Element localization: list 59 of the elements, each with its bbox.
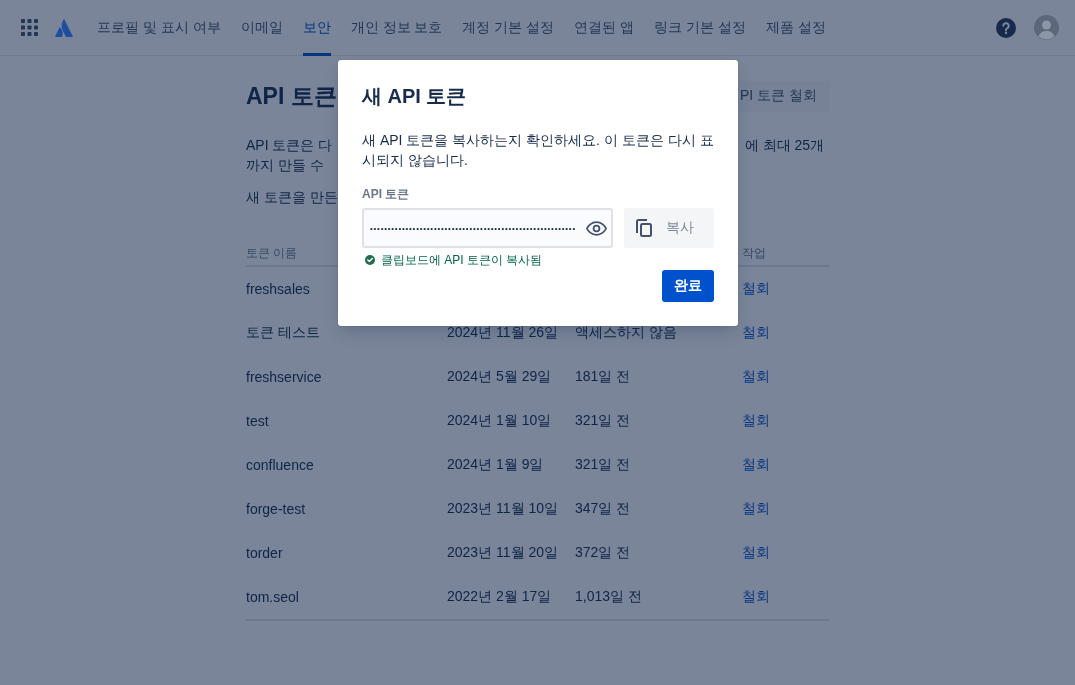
nav-tab[interactable]: 보안 [302, 0, 331, 56]
token-input[interactable]: •••••••••••••••••••••••••••••••••••••••••••••••••••••••••• [370, 223, 580, 233]
nav-tab[interactable]: 프로필 및 표시 여부 [97, 0, 221, 56]
copy-button[interactable]: 복사 [624, 208, 714, 248]
time-ago-cell: 321일 전 [575, 412, 631, 430]
time-ago-cell: 181일 전 [575, 368, 631, 386]
token-name-cell: freshservice [246, 369, 322, 385]
time-ago-cell: 1,013일 전 [575, 588, 642, 606]
date-cell: 2024년 1월 10일 [447, 412, 552, 430]
description-text: API 토큰은 다 [246, 136, 333, 155]
nav-tab[interactable]: 계정 기본 설정 [462, 0, 555, 56]
column-header: 작업 [742, 244, 766, 262]
dialog-title: 새 API 토큰 [362, 84, 468, 108]
nav-tab[interactable]: 링크 기본 설정 [654, 0, 746, 56]
field-label: API 토큰 [362, 187, 410, 201]
eye-icon[interactable] [586, 220, 607, 236]
app-grid-icon[interactable] [21, 19, 38, 36]
logo-icon[interactable] [55, 18, 73, 37]
date-cell: 2024년 1월 9일 [447, 456, 544, 474]
time-ago-cell: 액세스하지 않음 [575, 324, 677, 342]
description-text: 까지 만들 수 [246, 156, 324, 175]
revoke-link[interactable]: 철회 [742, 412, 770, 430]
revoke-link[interactable]: 철회 [742, 544, 770, 562]
token-name-cell: forge-test [246, 501, 306, 517]
copy-icon [636, 219, 652, 237]
date-cell: 2024년 11월 26일 [447, 324, 559, 342]
token-name-cell: tom.seol [246, 589, 299, 605]
token-name-cell: 토큰 테스트 [246, 324, 320, 342]
nav-tab[interactable]: 제품 설정 [765, 0, 826, 56]
revoke-link[interactable]: 철회 [742, 280, 770, 298]
check-circle-icon [365, 255, 375, 265]
nav-tab[interactable]: 연결된 앱 [574, 0, 635, 56]
date-cell: 2024년 5월 29일 [447, 368, 552, 386]
token-name-cell: torder [246, 545, 283, 561]
dialog-message: 새 API 토큰을 복사하는지 확인하세요. 이 토큰은 다시 표시되지 않습니다. [362, 131, 715, 170]
user-avatar[interactable] [1034, 15, 1059, 40]
time-ago-cell: 372일 전 [575, 544, 631, 562]
nav-tab[interactable]: 개인 정보 보호 [350, 0, 443, 56]
description-text: 에 최대 25개 [744, 136, 824, 155]
column-header: 토큰 이름 [246, 244, 298, 262]
description-text: 새 토큰을 만든 [246, 189, 338, 205]
status-message: 클립보드에 API 토큰이 복사됨 [381, 252, 543, 268]
time-ago-cell: 347일 전 [575, 500, 631, 518]
revoke-link[interactable]: 철회 [742, 588, 770, 606]
date-cell: 2023년 11월 10일 [447, 500, 559, 518]
token-name-cell: confluence [246, 457, 314, 473]
nav-tab[interactable]: 이메일 [240, 0, 283, 56]
revoke-link[interactable]: 철회 [742, 500, 770, 518]
revoke-link[interactable]: 철회 [742, 456, 770, 474]
date-cell: 2022년 2월 17일 [447, 588, 552, 606]
help-icon[interactable] [996, 17, 1016, 38]
revoke-link[interactable]: 철회 [742, 324, 770, 342]
page-title: API 토큰 [246, 82, 337, 111]
done-button[interactable]: 완료 [662, 270, 714, 302]
revoke-link[interactable]: 철회 [742, 368, 770, 386]
time-ago-cell: 321일 전 [575, 456, 631, 474]
token-name-cell: test [246, 413, 269, 429]
token-name-cell: freshsales [246, 281, 310, 297]
date-cell: 2023년 11월 20일 [447, 544, 559, 562]
